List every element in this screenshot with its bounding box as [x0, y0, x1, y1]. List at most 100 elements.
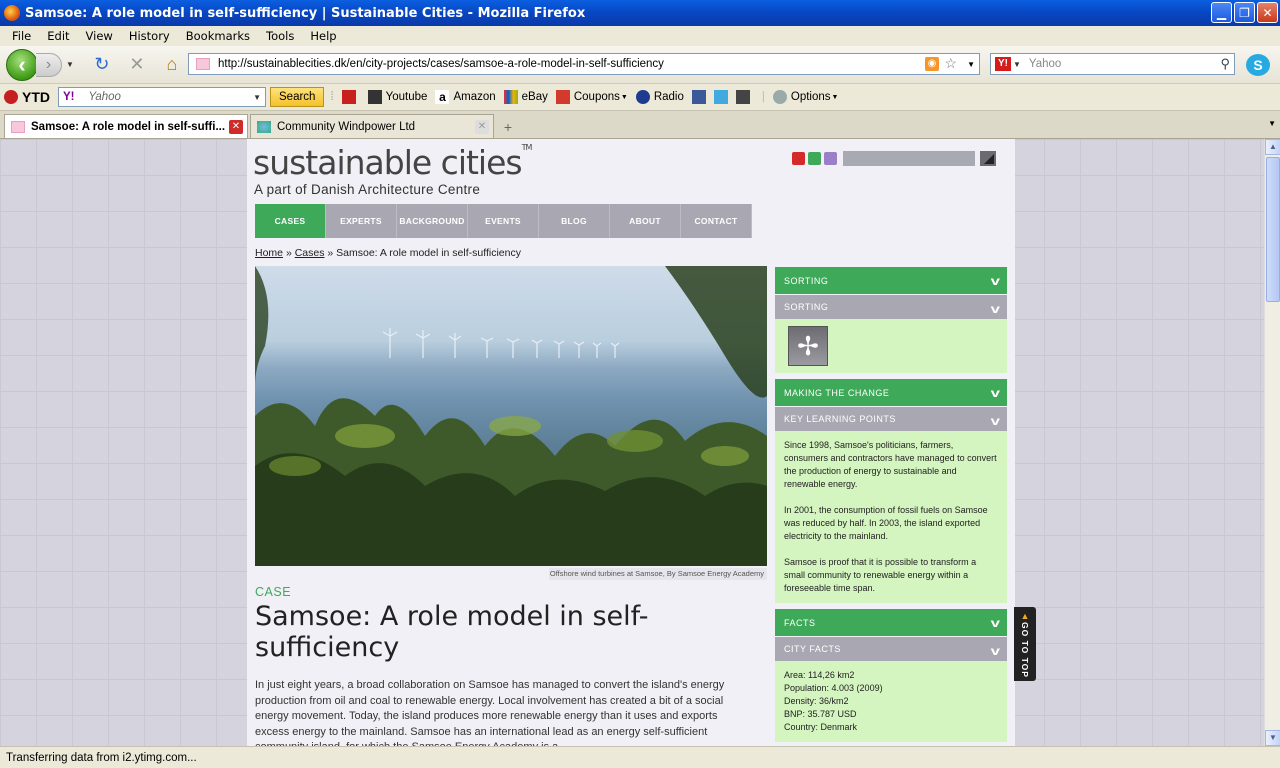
main-navigation: CASES EXPERTS BACKGROUND EVENTS BLOG ABO… [255, 204, 752, 238]
minimize-button[interactable]: ▁ [1211, 2, 1232, 23]
google-plus-button[interactable] [735, 90, 754, 104]
engine-dropdown-icon[interactable]: ▼ [1013, 60, 1021, 69]
url-dropdown-icon[interactable]: ▼ [967, 60, 975, 69]
chevron-down-icon: v [990, 274, 1001, 288]
toolbar-separator-2-icon: | [761, 91, 765, 103]
chevron-down-icon: v [990, 414, 1001, 428]
browser-search-box[interactable]: Y! ▼ Yahoo ⚲ [990, 53, 1235, 75]
menu-help[interactable]: Help [307, 29, 339, 43]
chevron-down-icon: v [990, 644, 1001, 658]
new-tab-button[interactable]: + [496, 116, 520, 138]
menu-history[interactable]: History [126, 29, 173, 43]
nav-experts[interactable]: EXPERTS [326, 204, 397, 238]
city-facts-panel: Area: 114,26 km2 Population: 4.003 (2009… [775, 661, 1007, 742]
menu-file[interactable]: File [9, 29, 34, 43]
tab-community-windpower[interactable]: Community Windpower Ltd ✕ [250, 114, 494, 138]
download-button[interactable] [341, 90, 360, 104]
radio-link[interactable]: Radio [635, 90, 684, 104]
site-search-button[interactable] [980, 151, 996, 166]
url-bar[interactable]: http://sustainablecities.dk/en/city-proj… [188, 53, 980, 75]
chevron-down-icon: v [990, 302, 1001, 316]
close-tab-icon[interactable]: ✕ [229, 120, 243, 134]
add-icon[interactable] [792, 152, 805, 165]
making-the-change-header[interactable]: MAKING THE CHANGE v [775, 379, 1007, 406]
forward-button[interactable]: › [36, 52, 62, 77]
back-button[interactable]: ‹ [6, 48, 38, 81]
window-title: Samsoe: A role model in self-sufficiency… [25, 5, 586, 21]
city-fact: Area: 114,26 km2 [784, 670, 855, 680]
status-text: Transferring data from i2.ytimg.com... [6, 751, 197, 764]
scroll-down-icon[interactable]: ▼ [1265, 730, 1280, 746]
yahoo-search-field[interactable]: Y! Yahoo ▼ [58, 87, 266, 107]
coupons-menu[interactable]: Coupons ▼ [555, 90, 628, 104]
tab-samsoe[interactable]: Samsoe: A role model in self-suffi... ✕ [4, 114, 248, 138]
scroll-thumb[interactable] [1266, 157, 1280, 302]
ytd-button[interactable]: YTD [4, 89, 50, 105]
print-icon[interactable] [824, 152, 837, 165]
skype-icon[interactable]: S [1246, 54, 1270, 76]
amazon-link[interactable]: a Amazon [435, 90, 496, 104]
article-kicker: CASE [255, 585, 292, 599]
chevron-down-icon: v [990, 386, 1001, 400]
up-arrow-icon: ▲ [1020, 610, 1030, 622]
scroll-up-icon[interactable]: ▲ [1265, 139, 1280, 155]
gear-icon [772, 90, 787, 104]
history-dropdown-icon[interactable]: ▼ [66, 60, 74, 69]
stop-icon[interactable]: ✕ [126, 54, 148, 76]
ytd-icon [4, 90, 18, 104]
url-text[interactable]: http://sustainablecities.dk/en/city-proj… [218, 58, 664, 70]
toolbar-search-button[interactable]: Search [270, 87, 325, 107]
nav-blog[interactable]: BLOG [539, 204, 610, 238]
sorting-subheader[interactable]: SORTING v [775, 295, 1007, 319]
site-favicon-icon [196, 58, 210, 70]
coupons-icon [555, 90, 570, 104]
menu-bookmarks[interactable]: Bookmarks [183, 29, 253, 43]
search-magnifier-icon[interactable]: ⚲ [1220, 56, 1230, 72]
tab-favicon-icon [257, 120, 271, 133]
facts-header[interactable]: FACTS v [775, 609, 1007, 636]
twitter-button[interactable] [713, 90, 732, 104]
close-tab-icon[interactable]: ✕ [475, 120, 489, 134]
menu-tools[interactable]: Tools [263, 29, 297, 43]
wind-energy-icon[interactable]: ✢ [788, 326, 828, 366]
city-facts-header[interactable]: CITY FACTS v [775, 637, 1007, 661]
vertical-scrollbar[interactable]: ▲ ▼ [1264, 139, 1280, 746]
youtube-icon [367, 90, 382, 104]
nav-background[interactable]: BACKGROUND [397, 204, 468, 238]
bookmark-star-icon[interactable]: ☆ [944, 55, 957, 72]
key-learning-points-header[interactable]: KEY LEARNING POINTS v [775, 407, 1007, 431]
reload-icon[interactable]: ↻ [91, 54, 113, 76]
nav-contact[interactable]: CONTACT [681, 204, 752, 238]
breadcrumb-home[interactable]: Home [255, 247, 283, 259]
yahoo-dropdown-icon[interactable]: ▼ [253, 93, 261, 102]
menu-edit[interactable]: Edit [44, 29, 72, 43]
facebook-button[interactable] [691, 90, 710, 104]
yahoo-engine-icon[interactable]: Y! [995, 57, 1011, 71]
site-search-input[interactable] [843, 151, 975, 166]
go-to-top-button[interactable]: ▲ GO TO TOP [1014, 607, 1036, 681]
options-menu[interactable]: Options ▼ [772, 90, 838, 104]
close-window-button[interactable]: ✕ [1257, 2, 1278, 23]
menu-view[interactable]: View [83, 29, 116, 43]
addon-toolbar: YTD Y! Yahoo ▼ Search ⁞ Youtube a Amazon … [0, 84, 1280, 111]
ebay-link[interactable]: eBay [503, 90, 548, 104]
breadcrumb-cases[interactable]: Cases [295, 247, 325, 259]
sorting-header[interactable]: SORTING v [775, 267, 1007, 294]
nav-cases[interactable]: CASES [255, 204, 326, 238]
page-container: sustainable citiesTM A part of Danish Ar… [247, 139, 1015, 746]
share-icon[interactable] [808, 152, 821, 165]
learning-point: In 2001, the consumption of fossil fuels… [784, 505, 988, 541]
hero-image [255, 266, 767, 566]
youtube-link[interactable]: Youtube [367, 90, 427, 104]
rss-feed-icon[interactable]: ◉ [925, 57, 939, 71]
nav-about[interactable]: ABOUT [610, 204, 681, 238]
home-icon[interactable]: ⌂ [161, 54, 183, 76]
nav-events[interactable]: EVENTS [468, 204, 539, 238]
offshore-wind-photo [255, 266, 767, 566]
tab-list-icon[interactable]: ▼ [1268, 119, 1276, 128]
google-plus-icon [735, 90, 750, 104]
tab-favicon-icon [11, 120, 25, 133]
navigation-toolbar: ‹ › ▼ ↻ ✕ ⌂ http://sustainablecities.dk/… [0, 46, 1280, 84]
maximize-button[interactable]: ❐ [1234, 2, 1255, 23]
site-logo[interactable]: sustainable citiesTM [253, 143, 532, 182]
